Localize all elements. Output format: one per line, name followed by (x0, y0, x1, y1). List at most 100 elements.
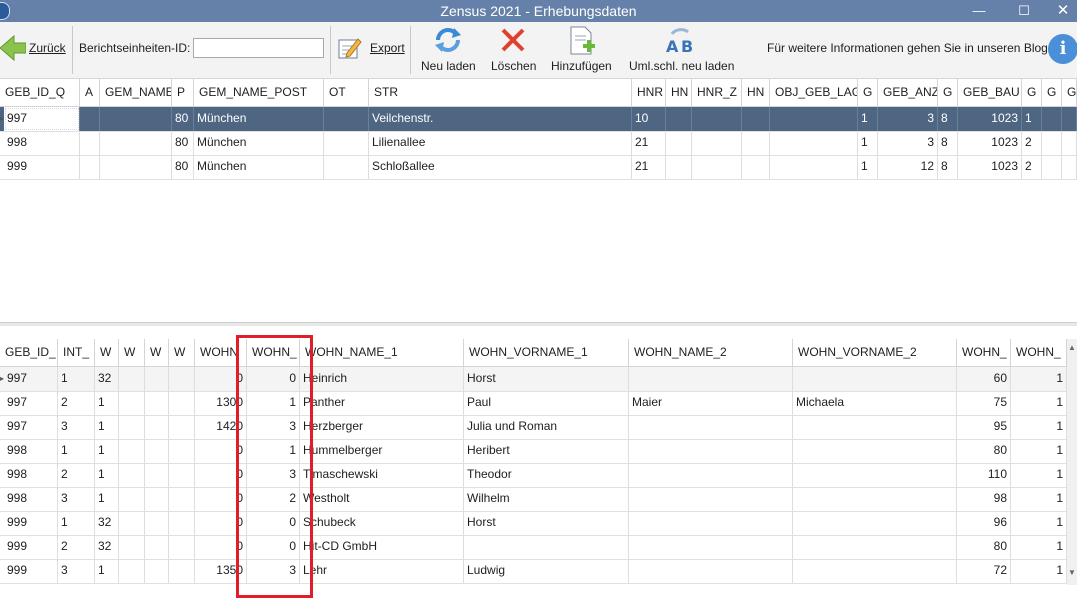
table-cell[interactable] (793, 415, 957, 439)
table-cell[interactable]: 999 (4, 511, 58, 535)
table-cell[interactable]: 1 (1011, 535, 1067, 559)
table-cell[interactable]: 2 (58, 391, 95, 415)
bottom-col-header[interactable]: W (169, 339, 195, 366)
info-icon[interactable]: i (1048, 34, 1077, 64)
table-cell[interactable] (324, 131, 369, 155)
table-cell[interactable]: Michaela (793, 391, 957, 415)
table-cell[interactable] (145, 415, 169, 439)
table-cell[interactable] (629, 415, 793, 439)
top-col-header[interactable]: STR (369, 79, 632, 106)
table-cell[interactable]: Paul (464, 391, 629, 415)
table-row[interactable]: 998 1 1 0 1 Hummelberger Heribert 80 1 (0, 439, 1077, 464)
bottom-col-header[interactable]: WOHN_VORNAME_2 (793, 339, 957, 366)
table-cell[interactable]: Horst (464, 367, 629, 391)
table-cell[interactable] (1062, 131, 1077, 155)
table-cell[interactable] (145, 367, 169, 391)
top-col-header[interactable]: P (172, 79, 194, 106)
table-cell[interactable]: 999 (4, 155, 80, 179)
table-cell[interactable] (145, 559, 169, 583)
table-cell[interactable]: 998 (4, 487, 58, 511)
table-cell[interactable] (169, 559, 195, 583)
table-cell[interactable]: 80 (957, 439, 1011, 463)
table-cell[interactable] (1042, 155, 1062, 179)
table-cell[interactable] (145, 487, 169, 511)
top-col-header[interactable]: G (1022, 79, 1042, 106)
export-button[interactable]: Export (336, 34, 408, 64)
top-col-header[interactable]: G (938, 79, 958, 106)
umlaut-reload-button[interactable]: A B Uml.schl. neu laden (624, 26, 736, 76)
top-col-header[interactable]: HN (742, 79, 770, 106)
table-row[interactable]: 997 3 1 1420 3 Herzberger Julia und Roman 95 1 (0, 415, 1077, 440)
table-cell[interactable] (793, 511, 957, 535)
table-cell[interactable]: 1 (858, 107, 878, 131)
table-cell[interactable] (1062, 155, 1077, 179)
top-col-header[interactable]: G (1042, 79, 1062, 106)
table-cell[interactable]: 1 (1011, 463, 1067, 487)
table-row[interactable]: ▸ 997 1 32 0 0 Heinrich Horst 60 1 (0, 367, 1077, 392)
table-cell[interactable] (119, 559, 145, 583)
table-cell[interactable]: 1 (1011, 511, 1067, 535)
table-cell[interactable] (629, 439, 793, 463)
top-col-header[interactable]: GEB_ID_Q (0, 79, 80, 106)
table-cell[interactable]: 8 (938, 107, 958, 131)
table-cell[interactable]: 1 (95, 463, 119, 487)
table-cell[interactable]: 3 (878, 131, 938, 155)
table-cell[interactable] (692, 131, 742, 155)
table-cell[interactable] (629, 463, 793, 487)
bottom-col-header[interactable]: INT_ (58, 339, 95, 366)
table-cell[interactable] (770, 155, 858, 179)
close-button[interactable]: ✕ (1043, 0, 1077, 22)
table-cell[interactable]: 997 (4, 107, 80, 131)
table-cell[interactable] (119, 391, 145, 415)
scroll-up-icon[interactable]: ▲ (1068, 343, 1076, 352)
table-cell[interactable]: 1 (1022, 107, 1042, 131)
table-cell[interactable] (169, 367, 195, 391)
table-cell[interactable]: 1 (1011, 487, 1067, 511)
bottom-col-header[interactable]: GEB_ID_ (0, 339, 58, 366)
table-cell[interactable]: 2 (1022, 155, 1042, 179)
table-cell[interactable]: 999 (4, 535, 58, 559)
table-cell[interactable]: München (194, 107, 324, 131)
table-cell[interactable] (1042, 107, 1062, 131)
table-cell[interactable] (1042, 131, 1062, 155)
table-cell[interactable] (1062, 107, 1077, 131)
table-row[interactable]: 999 2 32 0 0 Hit-CD GmbH 80 1 (0, 535, 1077, 560)
table-cell[interactable]: Theodor (464, 463, 629, 487)
table-cell[interactable]: 72 (957, 559, 1011, 583)
bottom-col-header[interactable]: W (119, 339, 145, 366)
table-cell[interactable] (169, 487, 195, 511)
table-cell[interactable]: 1 (1011, 391, 1067, 415)
add-button[interactable]: Hinzufügen (548, 26, 618, 76)
table-row[interactable]: 999 1 32 0 0 Schubeck Horst 96 1 (0, 511, 1077, 536)
table-cell[interactable] (145, 391, 169, 415)
table-cell[interactable]: 1 (95, 559, 119, 583)
table-cell[interactable]: Hit-CD GmbH (300, 535, 464, 559)
table-cell[interactable]: 95 (957, 415, 1011, 439)
table-row[interactable]: 997 2 1 1300 1 Panther Paul Maier Michaela 75 1 (0, 391, 1077, 416)
table-cell[interactable]: 8 (938, 131, 958, 155)
minimize-button[interactable]: — (959, 0, 999, 22)
table-cell[interactable]: 80 (172, 131, 194, 155)
table-cell[interactable]: Ludwig (464, 559, 629, 583)
top-col-header[interactable]: GEM_NAME_POST (194, 79, 324, 106)
bottom-col-header[interactable]: WOHN_VORNAME_1 (464, 339, 629, 366)
table-cell[interactable]: Veilchenstr. (369, 107, 632, 131)
table-cell[interactable] (119, 439, 145, 463)
table-cell[interactable] (119, 367, 145, 391)
table-cell[interactable]: 8 (938, 155, 958, 179)
table-cell[interactable]: 1023 (958, 155, 1022, 179)
table-cell[interactable]: Westholt (300, 487, 464, 511)
table-cell[interactable] (100, 155, 172, 179)
table-cell[interactable]: 98 (957, 487, 1011, 511)
table-cell[interactable] (119, 487, 145, 511)
table-cell[interactable] (80, 131, 100, 155)
table-row[interactable]: 998 3 1 0 2 Westholt Wilhelm 98 1 (0, 487, 1077, 512)
top-col-header[interactable]: G (1062, 79, 1077, 106)
table-cell[interactable]: 997 (4, 367, 58, 391)
table-cell[interactable] (464, 535, 629, 559)
table-cell[interactable] (145, 463, 169, 487)
table-cell[interactable] (629, 367, 793, 391)
bottom-col-header[interactable]: W (95, 339, 119, 366)
table-cell[interactable]: München (194, 131, 324, 155)
table-cell[interactable] (742, 107, 770, 131)
